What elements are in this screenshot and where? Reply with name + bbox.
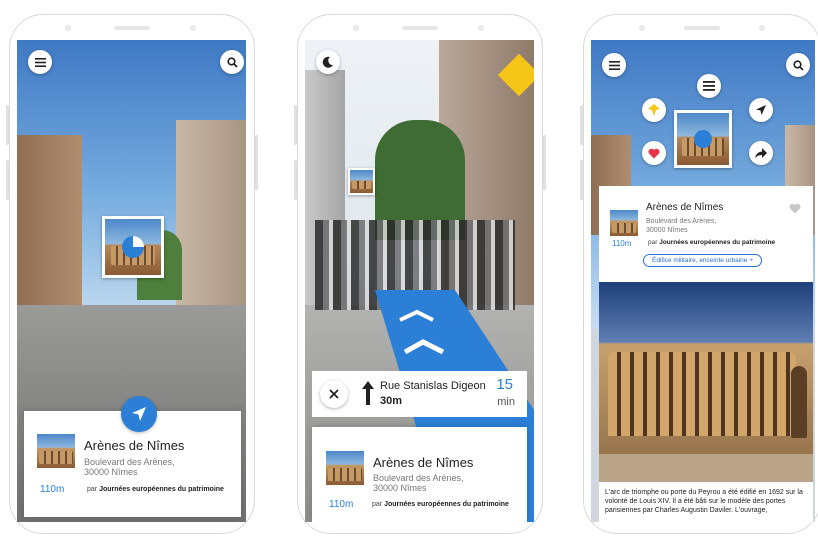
poi-thumbnail bbox=[610, 210, 638, 236]
statue bbox=[791, 366, 807, 438]
search-button[interactable] bbox=[220, 50, 244, 74]
night-mode-button[interactable] bbox=[316, 50, 340, 74]
poi-detail-card[interactable]: Arènes de Nîmes Boulevard des Arènes, 30… bbox=[599, 186, 813, 282]
poi-ar-marker-selected[interactable] bbox=[674, 110, 732, 168]
navigate-button[interactable] bbox=[749, 98, 773, 122]
poi-detail-view[interactable]: Arènes de Nîmes Boulevard des Arènes, 30… bbox=[591, 40, 815, 522]
list-icon bbox=[703, 81, 715, 91]
poi-source: par Journées européennes du patrimoine bbox=[648, 239, 776, 246]
poi-thumbnail bbox=[326, 451, 364, 485]
share-button[interactable] bbox=[749, 141, 773, 165]
heart-icon bbox=[648, 148, 660, 158]
navigate-icon bbox=[756, 105, 766, 115]
close-navigation-button[interactable] bbox=[320, 380, 348, 408]
poi-source-org: Journées européennes du patrimoine bbox=[99, 486, 224, 493]
menu-button[interactable] bbox=[28, 50, 52, 74]
phone-frame-3: Arènes de Nîmes Boulevard des Arènes, 30… bbox=[580, 14, 818, 534]
poi-thumbnail bbox=[37, 434, 75, 468]
navigate-icon bbox=[132, 407, 146, 421]
poi-title: Arènes de Nîmes bbox=[373, 455, 474, 470]
arrow-up-icon bbox=[362, 381, 374, 405]
pin-button[interactable] bbox=[642, 98, 666, 122]
poi-distance: 110m bbox=[329, 499, 354, 510]
search-icon bbox=[792, 59, 804, 71]
navigate-button[interactable] bbox=[121, 396, 157, 432]
menu-icon bbox=[608, 60, 620, 70]
step-distance: 30m bbox=[380, 395, 403, 407]
favorite-button[interactable] bbox=[642, 141, 666, 165]
eta-value: 15 bbox=[496, 376, 513, 393]
poi-source: par Journées européennes du patrimoine bbox=[87, 486, 224, 493]
poi-address-line2: 30000 Nîmes bbox=[373, 483, 427, 493]
poi-title: Arènes de Nîmes bbox=[646, 202, 724, 213]
search-icon bbox=[226, 56, 238, 68]
pin-icon bbox=[648, 104, 660, 116]
poi-source-org: Journées européennes du patrimoine bbox=[384, 501, 509, 508]
ar-navigation-view[interactable]: Rue Stanislas Digeon 30m 15 min Arènes d… bbox=[305, 40, 534, 522]
poi-source-org: Journées européennes du patrimoine bbox=[659, 239, 776, 246]
phone-frame-1: Arènes de Nîmes Boulevard des Arènes, 30… bbox=[6, 14, 258, 534]
loading-indicator bbox=[122, 236, 144, 258]
eta-unit: min bbox=[497, 396, 515, 408]
menu-button[interactable] bbox=[602, 53, 626, 77]
poi-source: par Journées européennes du patrimoine bbox=[372, 501, 509, 508]
like-icon[interactable] bbox=[789, 203, 801, 214]
poi-card[interactable]: Arènes de Nîmes Boulevard des Arènes, 30… bbox=[312, 427, 527, 522]
phone-frame-2: Rue Stanislas Digeon 30m 15 min Arènes d… bbox=[294, 14, 546, 534]
poi-ar-marker[interactable] bbox=[102, 216, 164, 278]
close-icon bbox=[329, 389, 339, 399]
poi-photo bbox=[599, 282, 813, 482]
poi-address-line2: 30000 Nîmes bbox=[84, 467, 138, 477]
street-name: Rue Stanislas Digeon bbox=[380, 380, 486, 392]
menu-icon bbox=[34, 57, 46, 67]
poi-address-line1: Boulevard des Arènes, bbox=[84, 457, 175, 467]
poi-ar-marker-small[interactable] bbox=[348, 168, 375, 195]
share-icon bbox=[755, 147, 767, 158]
poi-distance: 110m bbox=[612, 239, 632, 248]
poi-title: Arènes de Nîmes bbox=[84, 438, 185, 453]
poi-address-line1: Boulevard des Arènes, bbox=[646, 218, 717, 225]
poi-address-line1: Boulevard des Arènes, bbox=[373, 473, 464, 483]
poi-distance: 110m bbox=[40, 484, 65, 495]
turn-instruction-banner: Rue Stanislas Digeon 30m 15 min bbox=[312, 371, 527, 417]
ar-camera-view[interactable]: Arènes de Nîmes Boulevard des Arènes, 30… bbox=[17, 40, 246, 522]
moon-icon bbox=[322, 56, 333, 68]
category-tag[interactable]: Édifice militaire, enceinte urbaine + bbox=[643, 254, 762, 267]
search-button[interactable] bbox=[786, 53, 810, 77]
poi-address-line2: 30000 Nîmes bbox=[646, 227, 688, 234]
list-button[interactable] bbox=[697, 74, 721, 98]
poi-description: L'arc de triomphe ou porte du Peyrou a é… bbox=[605, 489, 803, 514]
